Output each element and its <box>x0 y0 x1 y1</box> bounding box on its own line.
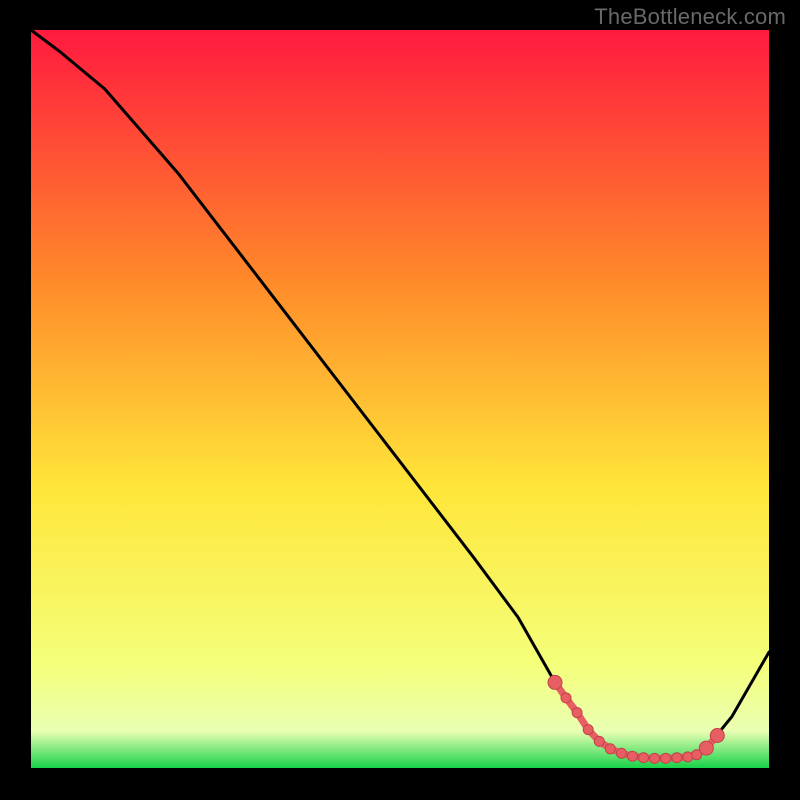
chart-stage: { "attribution": "TheBottleneck.com", "c… <box>0 0 800 800</box>
marker-dot <box>561 693 571 703</box>
marker-dot <box>683 752 693 762</box>
marker-dot <box>594 736 604 746</box>
marker-dot <box>605 744 615 754</box>
marker-dot <box>650 753 660 763</box>
marker-dot <box>628 751 638 761</box>
marker-dot <box>548 675 562 689</box>
marker-dot <box>616 748 626 758</box>
attribution-label: TheBottleneck.com <box>594 4 786 30</box>
marker-dot <box>699 741 713 755</box>
marker-dot <box>639 753 649 763</box>
marker-dot <box>672 753 682 763</box>
marker-dot <box>661 753 671 763</box>
marker-dot <box>583 725 593 735</box>
bottleneck-chart <box>0 0 800 800</box>
marker-dot <box>572 708 582 718</box>
plot-background <box>31 30 769 768</box>
marker-dot <box>710 729 724 743</box>
